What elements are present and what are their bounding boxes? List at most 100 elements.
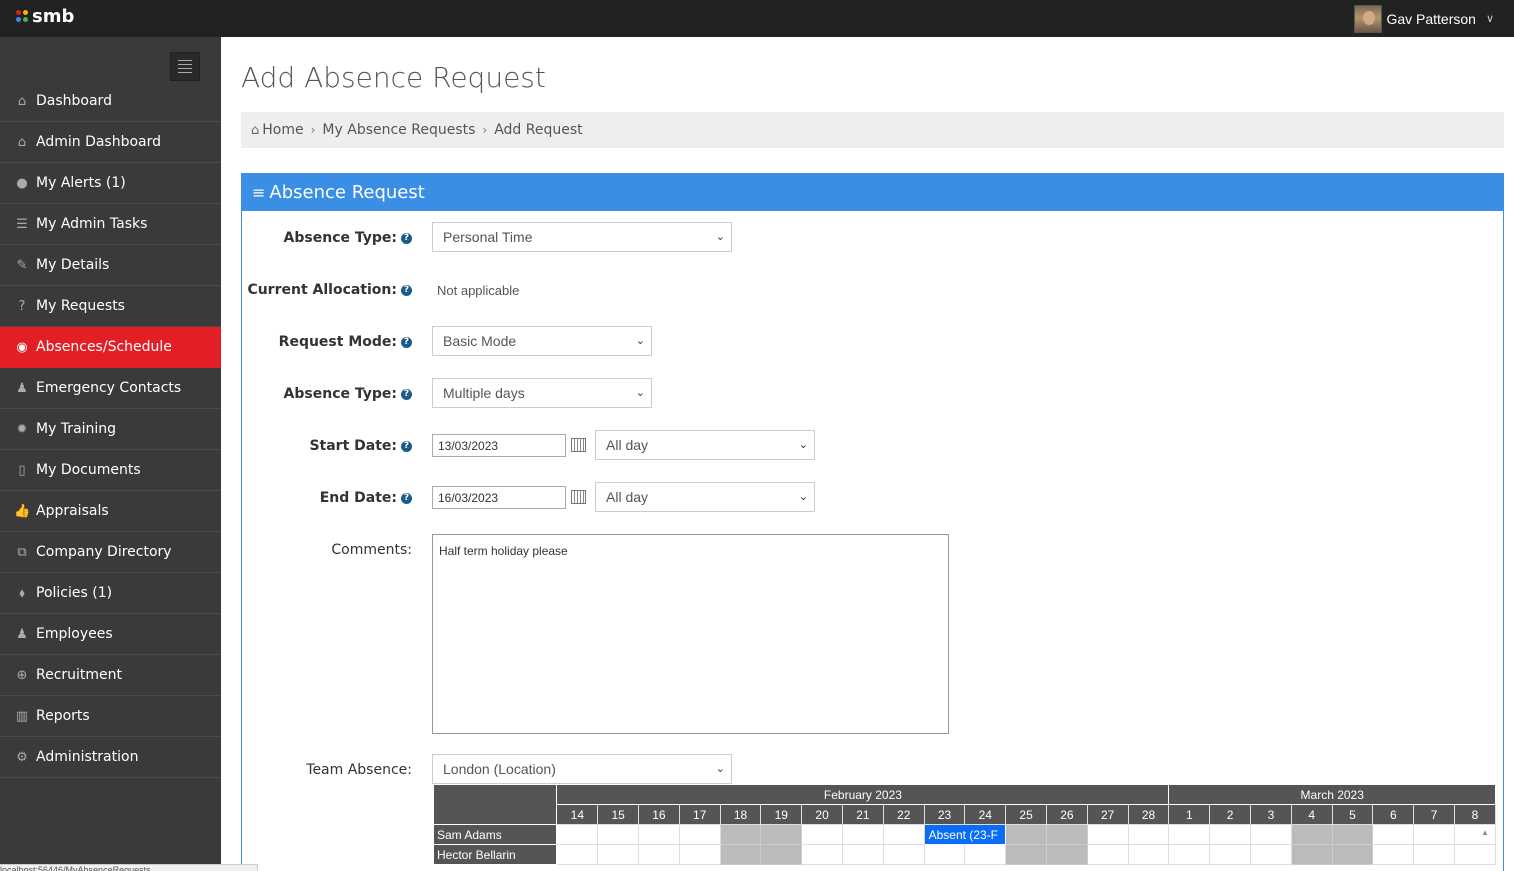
- team-absence-select[interactable]: London (Location) ⌄: [432, 754, 732, 784]
- current-allocation-row: Current Allocation:?: [242, 282, 412, 298]
- grid-corner: [432, 784, 558, 825]
- help-icon[interactable]: ?: [401, 492, 412, 504]
- user-menu[interactable]: Gav Patterson ∨: [1354, 0, 1494, 37]
- sidebar-item-company-directory[interactable]: ⧉ Company Directory: [0, 532, 221, 573]
- start-period-select[interactable]: All day ⌄: [595, 430, 815, 460]
- day-cell: [1086, 844, 1129, 865]
- request-mode-select[interactable]: Basic Mode ⌄: [432, 326, 652, 356]
- sidebar-item-label: Administration: [36, 749, 139, 765]
- thumbs-up-icon: 👍: [14, 503, 31, 519]
- sidebar-item-emergency-contacts[interactable]: ♟ Emergency Contacts: [0, 368, 221, 409]
- users-icon: ♟: [16, 626, 28, 642]
- start-date-input[interactable]: 13/03/2023: [432, 434, 566, 457]
- absence-type-select[interactable]: Personal Time ⌄: [432, 222, 732, 252]
- group-icon: ♟: [16, 380, 28, 396]
- help-icon[interactable]: ?: [401, 440, 412, 452]
- chevron-down-icon: ⌄: [635, 335, 645, 347]
- sidebar-item-my-documents[interactable]: ▯ My Documents: [0, 450, 221, 491]
- day-header: 23: [923, 804, 966, 825]
- sidebar: ⌂ Dashboard ⌂ Admin Dashboard ● My Alerts (1)…: [0, 37, 221, 871]
- sidebar-item-appraisals[interactable]: 👍 Appraisals: [0, 491, 221, 532]
- breadcrumb: ⌂ Home › My Absence Requests › Add Reque…: [241, 112, 1504, 148]
- absence-type-label: Absence Type:?: [242, 230, 412, 246]
- day-header: 26: [1045, 804, 1088, 825]
- day-cell: [1250, 844, 1292, 865]
- day-header: 8: [1454, 804, 1496, 825]
- sitemap-icon: ⧉: [17, 544, 27, 560]
- current-allocation-value: Not applicable: [437, 283, 520, 298]
- absence-duration-select[interactable]: Multiple days ⌄: [432, 378, 652, 408]
- sidebar-item-my-alerts-1[interactable]: ● My Alerts (1): [0, 163, 221, 204]
- sidebar-item-label: Emergency Contacts: [36, 380, 182, 396]
- question-icon: ?: [18, 298, 26, 314]
- sidebar-item-label: My Requests: [36, 298, 125, 314]
- day-header: 6: [1372, 804, 1415, 825]
- day-cell: [1127, 844, 1170, 865]
- help-icon[interactable]: ?: [401, 336, 412, 348]
- chevron-right-icon: ›: [482, 123, 488, 137]
- comments-textarea[interactable]: Half term holiday please: [432, 534, 949, 734]
- calendar-icon[interactable]: [571, 490, 586, 504]
- day-header: 1: [1168, 804, 1211, 825]
- start-period-value: All day: [606, 437, 649, 453]
- day-header: 4: [1290, 804, 1333, 825]
- document-icon: ▯: [18, 462, 26, 478]
- day-cell: [1413, 844, 1456, 865]
- sidebar-item-administration[interactable]: ⚙ Administration: [0, 737, 221, 778]
- day-cell: [556, 824, 599, 845]
- weekend-cell: [1045, 824, 1088, 845]
- home-icon: ⌂: [251, 122, 260, 138]
- avatar: [1354, 4, 1383, 33]
- sidebar-item-my-details[interactable]: ✎ My Details: [0, 245, 221, 286]
- panel-header: ≡ Absence Request: [242, 174, 1503, 211]
- globe-icon: ◉: [16, 339, 28, 355]
- end-date-input[interactable]: 16/03/2023: [432, 486, 566, 509]
- logo[interactable]: smb: [16, 6, 74, 27]
- help-icon[interactable]: ?: [401, 232, 412, 244]
- edit-icon: ✎: [16, 257, 28, 273]
- calendar-icon[interactable]: [571, 438, 586, 452]
- help-icon[interactable]: ?: [401, 388, 412, 400]
- weekend-cell: [760, 824, 803, 845]
- help-icon[interactable]: ?: [401, 284, 412, 296]
- breadcrumb-home[interactable]: Home: [262, 122, 303, 138]
- day-cell: [1209, 844, 1252, 865]
- day-cell: [1454, 844, 1496, 865]
- request-mode-label: Request Mode:?: [242, 334, 412, 350]
- start-date-label: Start Date:?: [242, 438, 412, 454]
- sidebar-item-policies-1[interactable]: ⬧ Policies (1): [0, 573, 221, 614]
- day-header: 3: [1250, 804, 1292, 825]
- breadcrumb-my-absence-requests[interactable]: My Absence Requests: [322, 122, 475, 138]
- sidebar-item-my-admin-tasks[interactable]: ☰ My Admin Tasks: [0, 204, 221, 245]
- day-cell: [1168, 824, 1211, 845]
- day-header: 14: [556, 804, 599, 825]
- sidebar-item-label: My Documents: [36, 462, 141, 478]
- absence-bar[interactable]: Absent (23-F: [923, 824, 1007, 845]
- sidebar-item-label: Company Directory: [36, 544, 172, 560]
- sidebar-item-reports[interactable]: ▥ Reports: [0, 696, 221, 737]
- sidebar-item-recruitment[interactable]: ⊕ Recruitment: [0, 655, 221, 696]
- current-allocation-label: Current Allocation:?: [242, 282, 412, 298]
- sidebar-item-dashboard[interactable]: ⌂ Dashboard: [0, 81, 221, 122]
- absence-type-row: Absence Type:?: [242, 230, 412, 246]
- end-period-select[interactable]: All day ⌄: [595, 482, 815, 512]
- day-cell: [923, 844, 966, 865]
- sidebar-item-absences-schedule[interactable]: ◉ Absences/Schedule: [0, 327, 221, 368]
- scroll-up-icon[interactable]: ▲: [1481, 828, 1489, 837]
- sidebar-item-my-training[interactable]: ✹ My Training: [0, 409, 221, 450]
- day-header: 17: [678, 804, 721, 825]
- day-cell: [597, 844, 640, 865]
- menu-toggle-icon[interactable]: [170, 52, 200, 81]
- chevron-down-icon: ⌄: [715, 763, 725, 775]
- sidebar-item-my-requests[interactable]: ? My Requests: [0, 286, 221, 327]
- sidebar-item-admin-dashboard[interactable]: ⌂ Admin Dashboard: [0, 122, 221, 163]
- sidebar-item-employees[interactable]: ♟ Employees: [0, 614, 221, 655]
- month-header: February 2023: [556, 784, 1170, 805]
- end-date-row: End Date:?: [242, 490, 412, 506]
- home-icon: ⌂: [17, 93, 27, 109]
- team-absence-row: Team Absence:: [242, 762, 412, 778]
- month-header: March 2023: [1168, 784, 1496, 805]
- day-cell: [1372, 824, 1415, 845]
- day-header: 7: [1413, 804, 1456, 825]
- home-icon: ⌂: [17, 134, 27, 150]
